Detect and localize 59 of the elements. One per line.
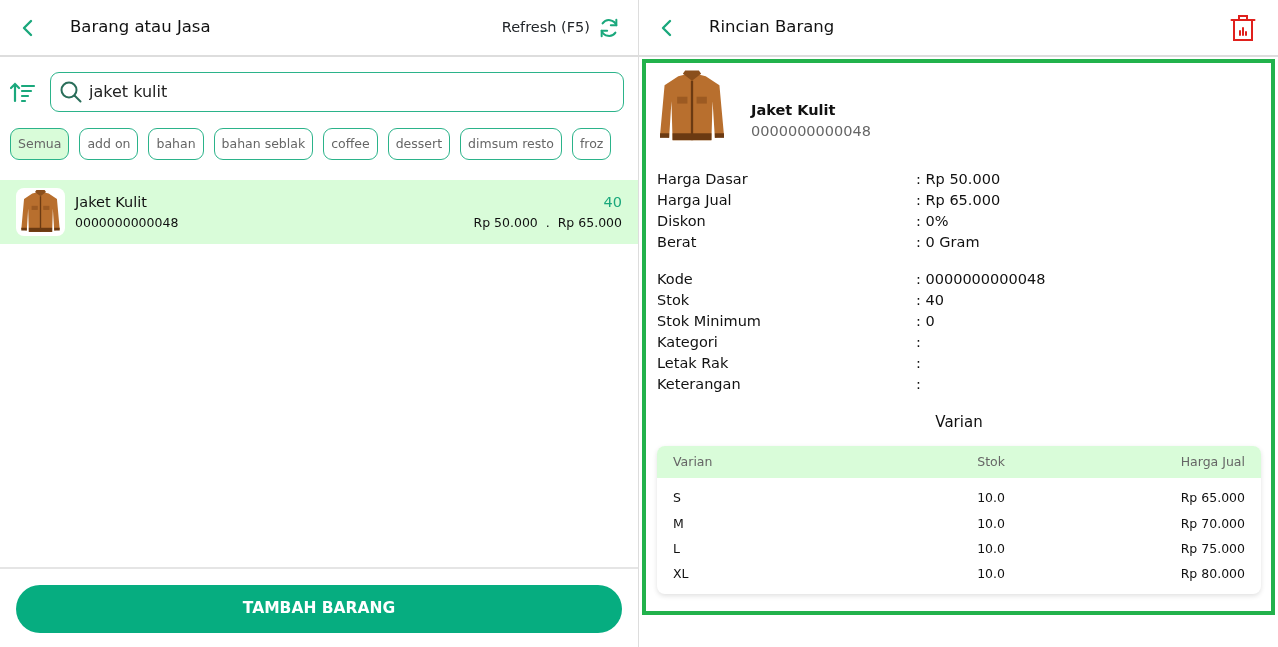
- search-icon: [60, 81, 82, 103]
- detail-label: Harga Jual: [657, 191, 733, 210]
- category-chip[interactable]: bahan seblak: [213, 128, 314, 161]
- column-header: Harga Jual: [1179, 452, 1245, 471]
- category-chip[interactable]: coffee: [323, 128, 378, 161]
- detail-label: Kode: [657, 270, 694, 289]
- product-row[interactable]: Jaket Kulit 0000000000048 40 Rp 50.000 . Rp 65.000: [0, 180, 638, 245]
- category-chip[interactable]: dessert: [387, 128, 451, 161]
- product-code: 0000000000048: [75, 213, 180, 232]
- stock-count: 40: [602, 193, 622, 212]
- table-cell-text: Rp 65.000: [1179, 489, 1245, 508]
- detail-value: : 40: [916, 291, 944, 310]
- detail-label: Kategori: [657, 333, 719, 352]
- product-code: 0000000000048: [751, 122, 871, 142]
- detail-value: : Rp 50.000: [916, 170, 1001, 189]
- category-chip[interactable]: Semua: [10, 128, 70, 161]
- detail-label: Harga Dasar: [657, 170, 749, 189]
- detail-label: Diskon: [657, 212, 707, 231]
- detail-value: :: [916, 354, 921, 373]
- category-chip[interactable]: froz: [571, 128, 612, 161]
- product-name: Jaket Kulit: [75, 193, 148, 212]
- section-title: Varian: [934, 412, 984, 433]
- table-cell-text: Rp 75.000: [1179, 539, 1245, 558]
- category-chip[interactable]: dimsum resto: [460, 128, 562, 161]
- table-cell-text: 10.0: [976, 514, 1005, 533]
- table-cell-text: Rp 70.000: [1179, 514, 1245, 533]
- detail-value: : 0: [916, 312, 935, 331]
- trash-icon[interactable]: [1230, 13, 1256, 42]
- detail-value: : 0 Gram: [916, 233, 980, 252]
- page-title: Barang atau Jasa: [70, 16, 211, 39]
- table-cell-text: M: [673, 514, 685, 533]
- detail-value: : 0%: [916, 212, 949, 231]
- column-header: Varian: [673, 452, 714, 471]
- table-cell-text: Rp 80.000: [1179, 565, 1245, 584]
- table-cell-text: L: [673, 539, 681, 558]
- detail-label: Letak Rak: [657, 354, 730, 373]
- detail-value: : 0000000000048: [916, 270, 1046, 289]
- detail-value: :: [916, 375, 921, 394]
- category-chip[interactable]: bahan: [148, 128, 204, 161]
- refresh-button[interactable]: Refresh (F5): [501, 16, 620, 39]
- product-name: Jaket Kulit: [751, 100, 837, 120]
- category-chip[interactable]: add on: [79, 128, 139, 161]
- page-title: Rincian Barang: [709, 16, 835, 39]
- detail-label: Berat: [657, 233, 698, 252]
- sort-icon[interactable]: [10, 81, 36, 103]
- table-cell-text: XL: [673, 565, 690, 584]
- table-cell-text: 10.0: [976, 565, 1005, 584]
- detail-value: : Rp 65.000: [916, 191, 1001, 210]
- table-cell-text: 10.0: [976, 539, 1005, 558]
- detail-label: Stok: [657, 291, 691, 310]
- refresh-icon: [598, 16, 620, 39]
- detail-label: Keterangan: [657, 375, 742, 394]
- table-cell-text: 10.0: [976, 489, 1005, 508]
- table-cell-text: S: [673, 489, 682, 508]
- price-range: Rp 50.000 . Rp 65.000: [473, 213, 622, 232]
- search-field[interactable]: jaket kulit: [50, 72, 624, 112]
- column-header: Stok: [976, 452, 1005, 471]
- detail-value: :: [916, 333, 921, 352]
- detail-label: Stok Minimum: [657, 312, 762, 331]
